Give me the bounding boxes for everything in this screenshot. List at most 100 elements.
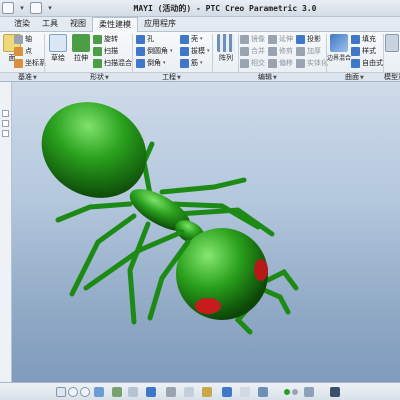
tab-view[interactable]: 视图	[64, 17, 92, 32]
trim-label: 修剪	[279, 47, 293, 55]
point-label: 点	[25, 47, 32, 55]
display-style-icon[interactable]	[146, 387, 156, 397]
trim-icon	[268, 46, 277, 56]
section-icon[interactable]	[222, 387, 232, 397]
leg	[55, 201, 133, 223]
appearance-icon[interactable]	[258, 387, 268, 397]
draft-label: 拔模	[191, 47, 205, 55]
mirror-label: 镜像	[251, 35, 265, 43]
thicken-icon	[296, 46, 305, 56]
freestyle-icon	[351, 58, 360, 68]
leg	[69, 213, 137, 297]
antenna	[261, 287, 291, 315]
view-manager-icon[interactable]	[128, 387, 138, 397]
quick-access-dropdown-icon[interactable]: ▾	[16, 2, 28, 14]
point-icon	[14, 46, 23, 56]
style-button[interactable]: 样式	[351, 46, 376, 56]
tab-tools[interactable]: 工具	[36, 17, 64, 32]
tab-flexible-modeling[interactable]: 柔性建模	[92, 17, 138, 32]
group-label-intent[interactable]: 模型意	[384, 73, 400, 82]
offset-icon	[268, 58, 277, 68]
sketch-button[interactable]: 草绘	[46, 34, 70, 63]
intersect-label: 相交	[251, 59, 265, 67]
project-icon	[296, 34, 305, 44]
draft-icon	[180, 46, 189, 56]
annotation-display-icon[interactable]	[184, 387, 194, 397]
sweep-icon	[93, 46, 102, 56]
sweep-label: 扫描	[104, 47, 118, 55]
window-title: MAYI (活动的) - PTC Creo Parametric 3.0	[133, 4, 317, 13]
quick-access-more-icon[interactable]: ▾	[44, 2, 56, 14]
model-intent-icon	[385, 34, 399, 52]
solidify-label: 实体化	[307, 59, 328, 67]
project-button[interactable]: 投影	[296, 34, 321, 44]
axis-button[interactable]: 轴	[14, 34, 32, 44]
rib-button[interactable]: 筋 ▾	[180, 58, 203, 68]
datum-display-icon[interactable]	[166, 387, 176, 397]
group-label-surface-text: 曲面	[345, 73, 359, 81]
style-icon	[351, 46, 360, 56]
saved-orientations-icon[interactable]	[112, 387, 122, 397]
project-label: 投影	[307, 35, 321, 43]
chevron-down-icon: ▼	[105, 75, 109, 81]
offset-button[interactable]: 偏移	[268, 58, 293, 68]
mirror-button[interactable]: 镜像	[240, 34, 265, 44]
open-file-icon[interactable]	[30, 2, 42, 14]
thicken-button[interactable]: 加厚	[296, 46, 321, 56]
round-button[interactable]: 倒圆角 ▾	[136, 46, 173, 56]
repaint-icon[interactable]	[56, 387, 66, 397]
pattern-button[interactable]: 阵列	[214, 34, 238, 63]
intersect-button[interactable]: 相交	[240, 58, 265, 68]
chamfer-button[interactable]: 倒角 ▾	[136, 58, 166, 68]
boundary-blend-icon	[330, 34, 348, 52]
extend-button[interactable]: 延伸	[268, 34, 293, 44]
mirror-icon	[240, 34, 249, 44]
fill-label: 填充	[362, 35, 376, 43]
zoom-in-icon[interactable]	[68, 387, 78, 397]
ant-eye-front	[195, 298, 221, 314]
sweep-button[interactable]: 扫描	[93, 46, 118, 56]
model-tree-toggle-icon[interactable]	[2, 110, 9, 117]
graphics-viewport[interactable]	[12, 82, 400, 382]
merge-button[interactable]: 合并	[240, 46, 265, 56]
perspective-icon[interactable]	[240, 387, 250, 397]
merge-label: 合并	[251, 47, 265, 55]
model-intent-button[interactable]	[384, 34, 400, 53]
freestyle-button[interactable]: 自由式	[351, 58, 383, 68]
zoom-out-icon[interactable]	[80, 387, 90, 397]
draft-button[interactable]: 拔模 ▾	[180, 46, 210, 56]
extrude-label: 拉伸	[74, 54, 88, 62]
fill-button[interactable]: 填充	[351, 34, 376, 44]
refit-icon[interactable]	[94, 387, 104, 397]
merge-icon	[240, 46, 249, 56]
regenerate-icon[interactable]	[330, 387, 340, 397]
green-status-dot	[284, 389, 290, 395]
extrude-icon	[72, 34, 90, 52]
tab-render[interactable]: 渲染	[8, 17, 36, 32]
solidify-button[interactable]: 实体化	[296, 58, 328, 68]
swept-blend-button[interactable]: 扫描混合	[93, 58, 132, 68]
axis-icon	[14, 34, 23, 44]
spin-center-icon[interactable]	[202, 387, 212, 397]
point-button[interactable]: 点	[14, 46, 32, 56]
ant-model	[41, 102, 299, 335]
coordinate-system-button[interactable]: 坐标系	[14, 58, 46, 68]
extrude-button[interactable]: 拉伸	[69, 34, 93, 63]
chamfer-icon	[136, 58, 145, 68]
trim-button[interactable]: 修剪	[268, 46, 293, 56]
tab-applications[interactable]: 应用程序	[138, 17, 182, 32]
boundary-blend-button[interactable]: 边界混合	[327, 34, 351, 62]
coordinate-system-icon	[14, 58, 23, 68]
hole-button[interactable]: 孔	[136, 34, 154, 44]
folder-browser-toggle-icon[interactable]	[2, 120, 9, 127]
revolve-icon	[93, 34, 102, 44]
favorites-toggle-icon[interactable]	[2, 130, 9, 137]
round-label: 倒圆角	[147, 47, 168, 55]
status-indicator-icon	[292, 389, 298, 395]
new-file-icon[interactable]	[2, 2, 14, 14]
render-flag-icon[interactable]	[304, 387, 314, 397]
group-label-shapes-text: 形状	[90, 73, 104, 81]
shell-button[interactable]: 壳 ▾	[180, 34, 203, 44]
swept-blend-label: 扫描混合	[104, 59, 132, 67]
revolve-button[interactable]: 旋转	[93, 34, 118, 44]
